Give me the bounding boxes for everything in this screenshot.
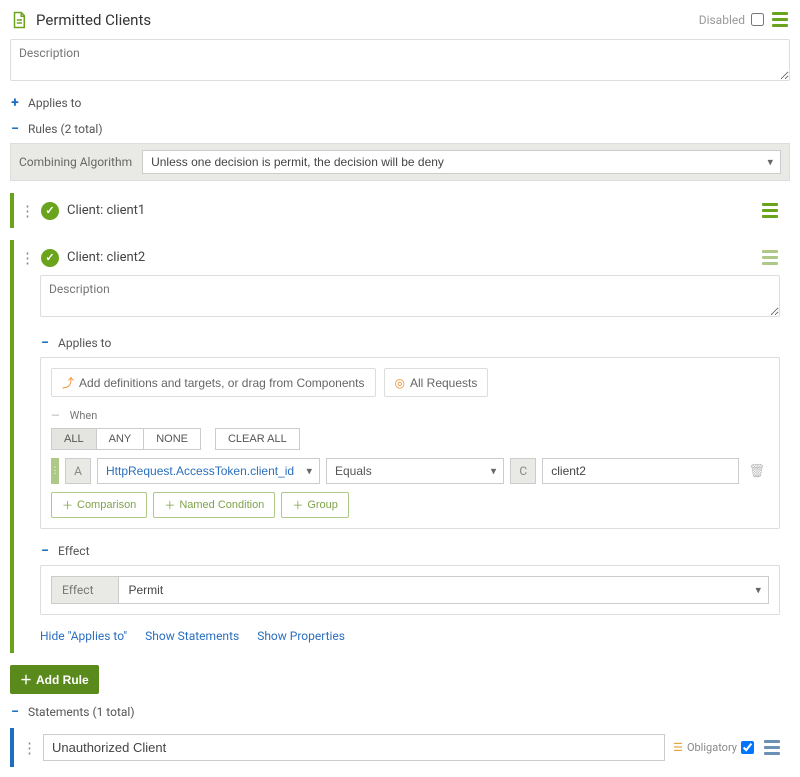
combining-algorithm-select[interactable]: Unless one decision is permit, the decis… [142, 150, 781, 174]
mode-any-button[interactable]: ANY [96, 428, 145, 450]
effect-box: Effect Permit [40, 565, 780, 615]
rule-menu-icon[interactable] [760, 248, 780, 267]
target-add-icon: ⤴ [62, 374, 74, 391]
rule-panel: ⋮ ✓ Client: client2 − Applies to ⤴ Add d… [10, 240, 790, 653]
trash-icon[interactable]: 🗑 [745, 464, 770, 479]
applies-to-section-label: Applies to [28, 96, 81, 110]
collapse-icon[interactable]: − [10, 121, 20, 137]
condition-row: ⋮ A HttpRequest.AccessToken.client_id Eq… [51, 458, 769, 484]
add-rule-button[interactable]: ＋Add Rule [10, 665, 99, 694]
add-targets-button[interactable]: ⤴ Add definitions and targets, or drag f… [51, 368, 376, 397]
applies-to-box: ⤴ Add definitions and targets, or drag f… [40, 357, 780, 529]
disabled-label: Disabled [699, 13, 745, 27]
show-properties-link[interactable]: Show Properties [257, 629, 345, 643]
combining-label: Combining Algorithm [19, 155, 132, 169]
rule-panel: ⋮ ✓ Client: client1 [10, 193, 790, 228]
add-comparison-button[interactable]: ＋Comparison [51, 492, 147, 518]
statement-input[interactable] [43, 734, 665, 761]
operand-c-label: C [510, 458, 536, 484]
obligatory-label: Obligatory [687, 741, 737, 754]
drag-handle-icon[interactable]: ⋮ [51, 458, 59, 484]
page-title: Permitted Clients [36, 11, 699, 29]
add-group-button[interactable]: ＋Group [281, 492, 349, 518]
when-label: When [70, 409, 98, 422]
plus-icon: ＋ [62, 497, 73, 513]
collapse-icon[interactable]: — [51, 409, 60, 422]
hide-applies-to-link[interactable]: Hide "Applies to" [40, 629, 127, 643]
value-input[interactable] [542, 458, 738, 484]
plus-icon: ＋ [292, 497, 303, 513]
add-named-condition-button[interactable]: ＋Named Condition [153, 492, 275, 518]
all-requests-button[interactable]: ◎ All Requests [384, 368, 489, 397]
document-icon [10, 11, 28, 29]
effect-select[interactable]: Permit [119, 576, 770, 604]
menu-icon[interactable] [770, 10, 790, 29]
operand-a-label: A [65, 458, 91, 484]
rule-title: Client: client2 [67, 250, 752, 265]
clear-all-button[interactable]: CLEAR ALL [215, 428, 300, 450]
rules-section-label: Rules (2 total) [28, 122, 103, 136]
statements-section-label: Statements (1 total) [28, 705, 135, 719]
rule-applies-to-label: Applies to [58, 336, 111, 350]
combining-algorithm-row: Combining Algorithm Unless one decision … [10, 143, 790, 181]
check-circle-icon: ✓ [41, 249, 59, 267]
when-mode-group: ALL ANY NONE CLEAR ALL [51, 428, 769, 450]
expand-icon[interactable]: + [10, 95, 20, 111]
mode-all-button[interactable]: ALL [51, 428, 97, 450]
collapse-icon[interactable]: − [40, 335, 50, 351]
plus-icon: ＋ [164, 497, 175, 513]
drag-handle-icon[interactable]: ⋮ [20, 202, 33, 220]
attribute-select[interactable]: HttpRequest.AccessToken.client_id [97, 458, 320, 484]
check-circle-icon: ✓ [41, 202, 59, 220]
plus-icon: ＋ [20, 671, 32, 688]
target-icon: ◎ [395, 376, 405, 390]
mode-none-button[interactable]: NONE [143, 428, 201, 450]
description-textarea[interactable] [10, 39, 790, 81]
drag-handle-icon[interactable]: ⋮ [20, 249, 33, 267]
show-statements-link[interactable]: Show Statements [145, 629, 239, 643]
effect-section-label: Effect [58, 544, 90, 558]
drag-handle-icon[interactable]: ⋮ [22, 739, 35, 757]
rule-description-textarea[interactable] [40, 275, 780, 317]
statement-panel: ⋮ ☰ Obligatory [10, 728, 790, 767]
statement-menu-icon[interactable] [762, 738, 782, 757]
collapse-icon[interactable]: − [40, 543, 50, 559]
obligatory-checkbox[interactable] [741, 741, 754, 754]
collapse-icon[interactable]: − [10, 704, 20, 720]
rule-title: Client: client1 [67, 203, 752, 218]
obligatory-icon: ☰ [673, 741, 683, 754]
disabled-checkbox[interactable] [751, 13, 764, 26]
operator-select[interactable]: Equals [326, 458, 504, 484]
effect-column-label: Effect [51, 576, 119, 604]
rule-menu-icon[interactable] [760, 201, 780, 220]
